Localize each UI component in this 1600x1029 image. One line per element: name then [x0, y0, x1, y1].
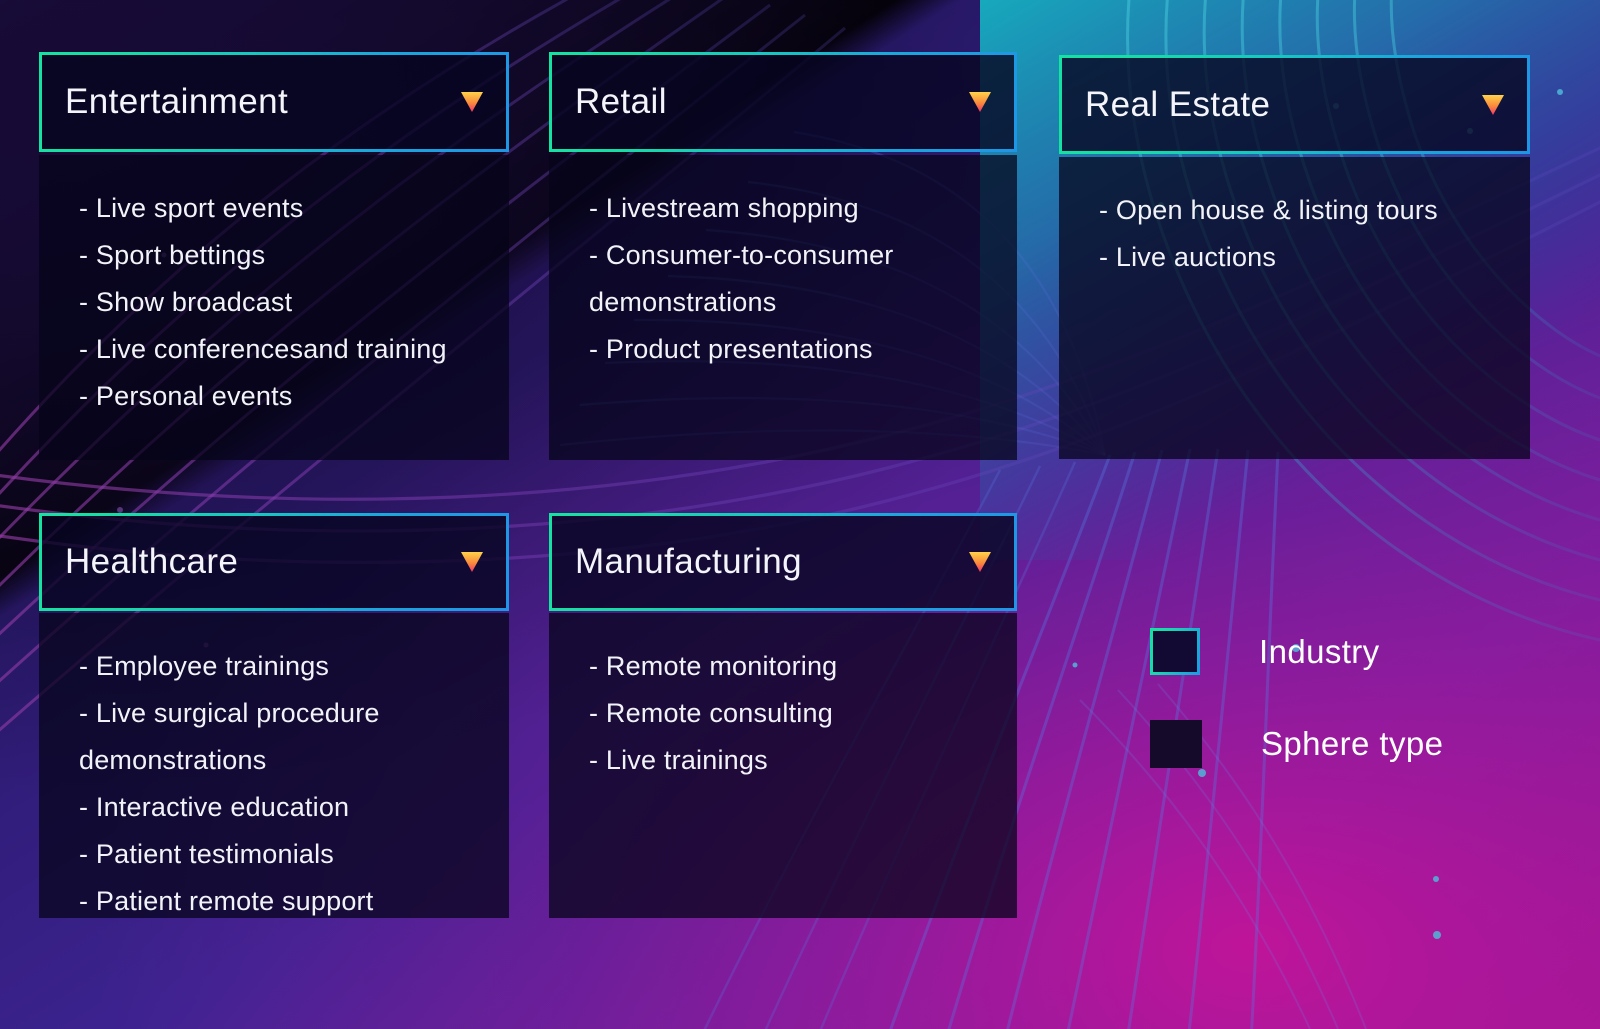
card-retail-title: Retail: [575, 82, 667, 121]
list-item: - Personal events: [79, 381, 293, 411]
card-real-estate: Real Estate: [1059, 55, 1530, 154]
list-item: - Remote consulting: [589, 698, 833, 728]
list-item: - Remote monitoring: [589, 651, 838, 681]
card-healthcare-header[interactable]: Healthcare: [39, 513, 509, 611]
card-manufacturing: Manufacturing: [549, 513, 1017, 611]
card-manufacturing-title: Manufacturing: [575, 542, 802, 581]
legend-item-industry: Industry: [1150, 628, 1443, 675]
card-healthcare-body: - Employee trainings - Live surgical pro…: [39, 613, 509, 918]
card-real-estate-body: - Open house & listing tours - Live auct…: [1059, 157, 1530, 459]
list-item: - Sport bettings: [79, 240, 266, 270]
list-item: - Live surgical procedure demonstrations: [79, 698, 380, 775]
card-entertainment-title: Entertainment: [65, 82, 289, 121]
list-item: - Live auctions: [1099, 242, 1277, 272]
card-entertainment-header[interactable]: Entertainment: [39, 52, 509, 152]
chevron-down-triangle-icon[interactable]: [969, 552, 991, 572]
list-item: - Patient testimonials: [79, 839, 335, 869]
list-item: - Live conferencesand training: [79, 334, 447, 364]
list-item: - Live trainings: [589, 745, 768, 775]
legend-item-sphere-type: Sphere type: [1150, 720, 1443, 768]
card-real-estate-header[interactable]: Real Estate: [1059, 55, 1530, 154]
list-item: - Consumer-to-consumer demonstrations: [589, 240, 894, 317]
card-manufacturing-body: - Remote monitoring - Remote consulting …: [549, 613, 1017, 918]
list-item: - Show broadcast: [79, 287, 293, 317]
list-item: - Interactive education: [79, 792, 350, 822]
chevron-down-triangle-icon[interactable]: [1482, 94, 1504, 115]
legend-label: Industry: [1259, 632, 1380, 670]
filled-square-icon: [1150, 720, 1202, 768]
card-healthcare: Healthcare: [39, 513, 509, 611]
card-real-estate-title: Real Estate: [1085, 84, 1271, 124]
card-healthcare-title: Healthcare: [65, 542, 239, 581]
list-item: - Livestream shopping: [589, 193, 859, 223]
list-item: - Live sport events: [79, 193, 304, 223]
card-retail-body: - Livestream shopping - Consumer-to-cons…: [549, 155, 1017, 460]
card-retail-header[interactable]: Retail: [549, 52, 1017, 152]
card-retail: Retail: [549, 52, 1017, 152]
card-manufacturing-header[interactable]: Manufacturing: [549, 513, 1017, 611]
chevron-down-triangle-icon[interactable]: [969, 92, 991, 112]
list-item: - Product presentations: [589, 334, 873, 364]
list-item: - Employee trainings: [79, 651, 330, 681]
chevron-down-triangle-icon[interactable]: [461, 92, 483, 112]
list-item: - Patient remote support: [79, 886, 374, 916]
legend-label: Sphere type: [1261, 725, 1444, 762]
card-entertainment: Entertainment: [39, 52, 509, 152]
list-item: - Open house & listing tours: [1099, 195, 1438, 225]
outlined-square-icon: [1150, 628, 1200, 675]
chevron-down-triangle-icon[interactable]: [461, 552, 483, 572]
legend: Industry Sphere type: [1150, 628, 1443, 768]
card-entertainment-body: - Live sport events - Sport bettings - S…: [39, 155, 509, 460]
